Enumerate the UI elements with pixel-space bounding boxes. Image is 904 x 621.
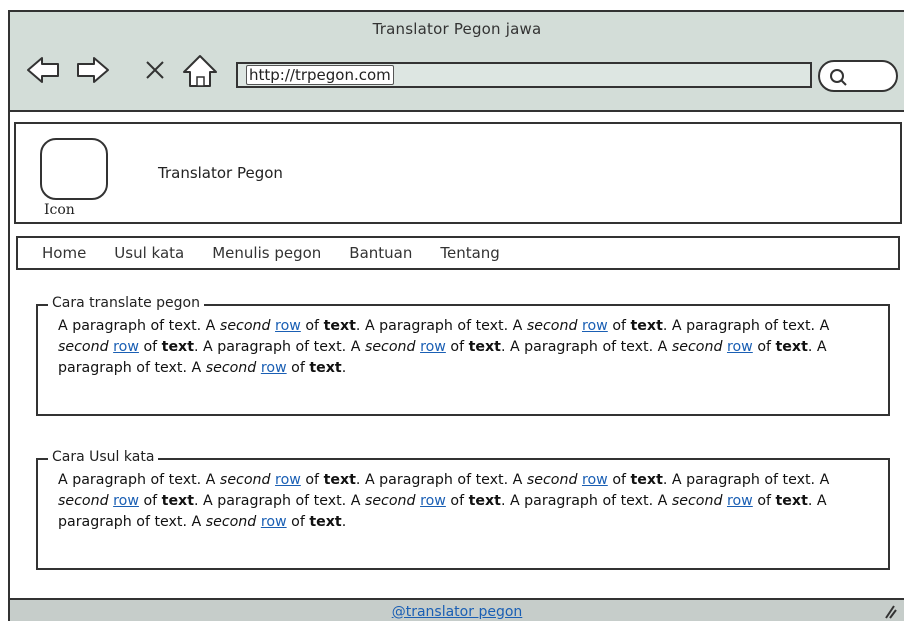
- nav-item-usul-kata[interactable]: Usul kata: [114, 244, 184, 262]
- nav-item-menulis-pegon[interactable]: Menulis pegon: [212, 244, 321, 262]
- nav-item-bantuan[interactable]: Bantuan: [349, 244, 412, 262]
- main-nav: Home Usul kata Menulis pegon Bantuan Ten…: [16, 236, 900, 270]
- row-link[interactable]: row: [275, 318, 301, 334]
- section-title: Cara Usul kata: [48, 449, 159, 465]
- row-link[interactable]: row: [261, 514, 287, 530]
- row-link[interactable]: row: [420, 493, 446, 509]
- nav-item-home[interactable]: Home: [42, 244, 86, 262]
- row-link[interactable]: row: [261, 360, 287, 376]
- section-translate-pegon: Cara translate pegon A paragraph of text…: [36, 295, 890, 416]
- section-paragraph: A paragraph of text. A second row of tex…: [58, 472, 830, 530]
- site-name: Translator Pegon: [158, 164, 283, 182]
- url-text: http://trpegon.com: [246, 65, 394, 85]
- section-title: Cara translate pegon: [48, 295, 204, 311]
- row-link[interactable]: row: [582, 318, 608, 334]
- back-arrow-icon[interactable]: [24, 50, 64, 90]
- resize-grip-icon[interactable]: [884, 604, 898, 620]
- section-usul-kata: Cara Usul kata A paragraph of text. A se…: [36, 449, 890, 570]
- row-link[interactable]: row: [582, 472, 608, 488]
- search-icon: [830, 69, 847, 86]
- site-header: Icon Translator Pegon: [14, 122, 902, 224]
- search-input[interactable]: [818, 60, 898, 92]
- status-bar: @translator pegon: [10, 598, 904, 621]
- close-icon[interactable]: [142, 50, 168, 90]
- nav-item-tentang[interactable]: Tentang: [440, 244, 499, 262]
- row-link[interactable]: row: [727, 493, 753, 509]
- section-paragraph: A paragraph of text. A second row of tex…: [58, 318, 830, 376]
- row-link[interactable]: row: [420, 339, 446, 355]
- home-icon[interactable]: [180, 50, 220, 90]
- window-title: Translator Pegon jawa: [372, 20, 542, 38]
- forward-arrow-icon[interactable]: [72, 50, 112, 90]
- row-link[interactable]: row: [113, 493, 139, 509]
- url-input[interactable]: http://trpegon.com: [236, 62, 812, 88]
- browser-toolbar: Translator Pegon jawa http://trpegon.com: [10, 12, 904, 112]
- browser-window: Translator Pegon jawa http://trpegon.com…: [8, 10, 904, 621]
- row-link[interactable]: row: [727, 339, 753, 355]
- footer-link[interactable]: @translator pegon: [392, 604, 523, 620]
- row-link[interactable]: row: [113, 339, 139, 355]
- logo-label: Icon: [44, 202, 75, 218]
- logo-placeholder: [40, 138, 108, 200]
- row-link[interactable]: row: [275, 472, 301, 488]
